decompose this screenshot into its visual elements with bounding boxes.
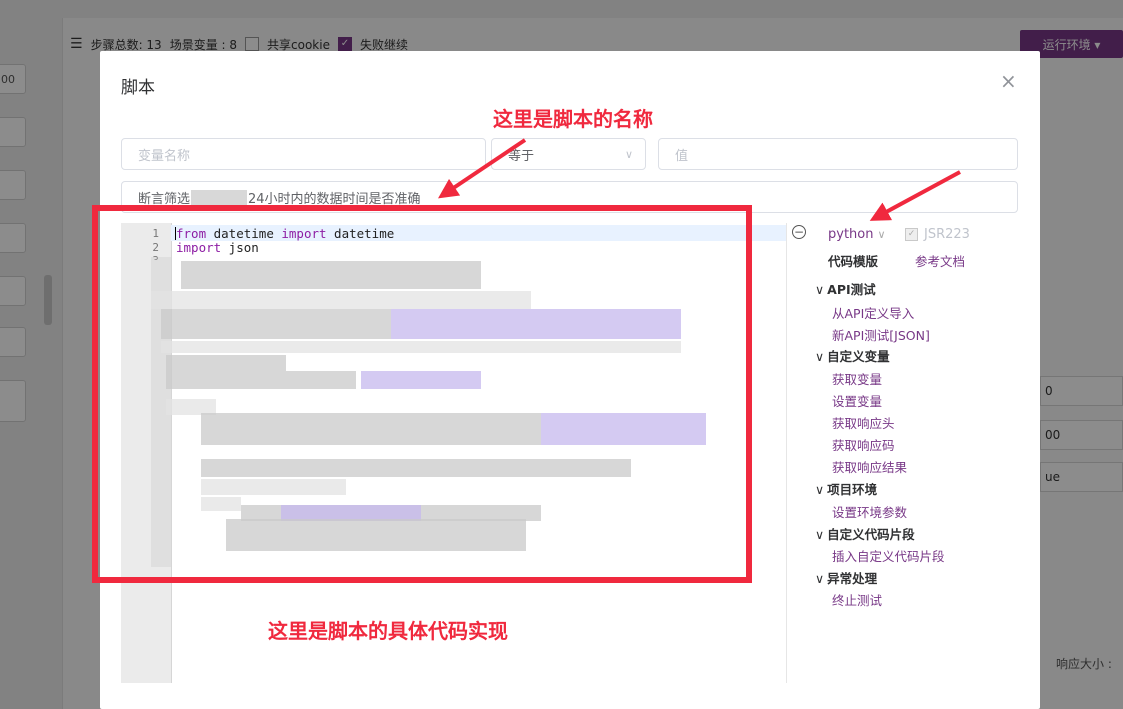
language-arrow xyxy=(869,170,961,221)
annotation-arrows xyxy=(438,138,961,221)
name-arrow xyxy=(438,138,527,199)
